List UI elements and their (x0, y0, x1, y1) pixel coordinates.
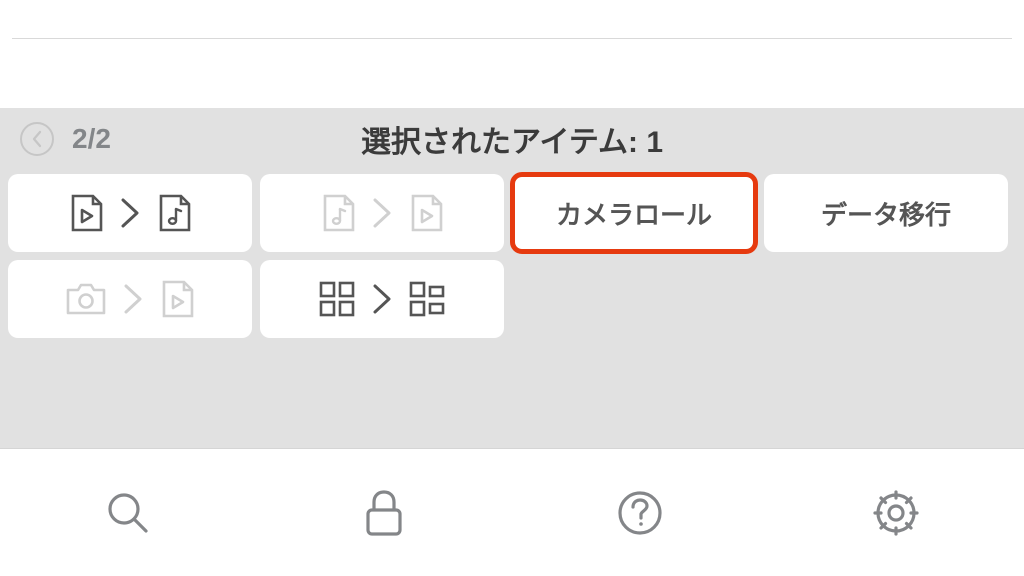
help-icon (616, 489, 664, 537)
bottom-tab-bar (0, 448, 1024, 576)
grid-2x2-icon (317, 279, 357, 319)
data-transfer-label: データ移行 (821, 195, 951, 232)
search-tab[interactable] (100, 485, 156, 541)
video-file-icon (67, 192, 105, 234)
page-indicator: 2/2 (72, 123, 111, 155)
search-icon (104, 489, 152, 537)
camera-to-video-button[interactable] (8, 260, 252, 338)
chevron-left-icon (30, 130, 44, 148)
gear-icon (871, 488, 921, 538)
back-button[interactable] (20, 122, 54, 156)
video-file-icon (158, 278, 196, 320)
settings-tab[interactable] (868, 485, 924, 541)
chevron-right-icon (122, 282, 144, 316)
header-row: 2/2 選択されたアイテム: 1 (0, 108, 1024, 174)
help-tab[interactable] (612, 485, 668, 541)
grid-layout-button[interactable] (260, 260, 504, 338)
camera-roll-button[interactable]: カメラロール (512, 174, 756, 252)
video-file-icon (407, 192, 445, 234)
content-panel: 2/2 選択されたアイテム: 1 (0, 108, 1024, 448)
chevron-right-icon (371, 196, 393, 230)
camera-roll-label: カメラロール (556, 195, 712, 232)
grid-stack-icon (407, 279, 447, 319)
video-to-music-button[interactable] (8, 174, 252, 252)
selected-items-title: 選択されたアイテム: 1 (361, 117, 663, 161)
chevron-right-icon (119, 196, 141, 230)
camera-file-icon (64, 280, 108, 318)
music-to-video-button[interactable] (260, 174, 504, 252)
data-transfer-button[interactable]: データ移行 (764, 174, 1008, 252)
lock-tab[interactable] (356, 485, 412, 541)
music-file-icon (319, 192, 357, 234)
music-file-icon (155, 192, 193, 234)
chevron-right-icon (371, 282, 393, 316)
buttons-grid: カメラロール データ移行 (0, 174, 1024, 338)
top-divider (12, 38, 1012, 39)
lock-icon (362, 488, 406, 538)
